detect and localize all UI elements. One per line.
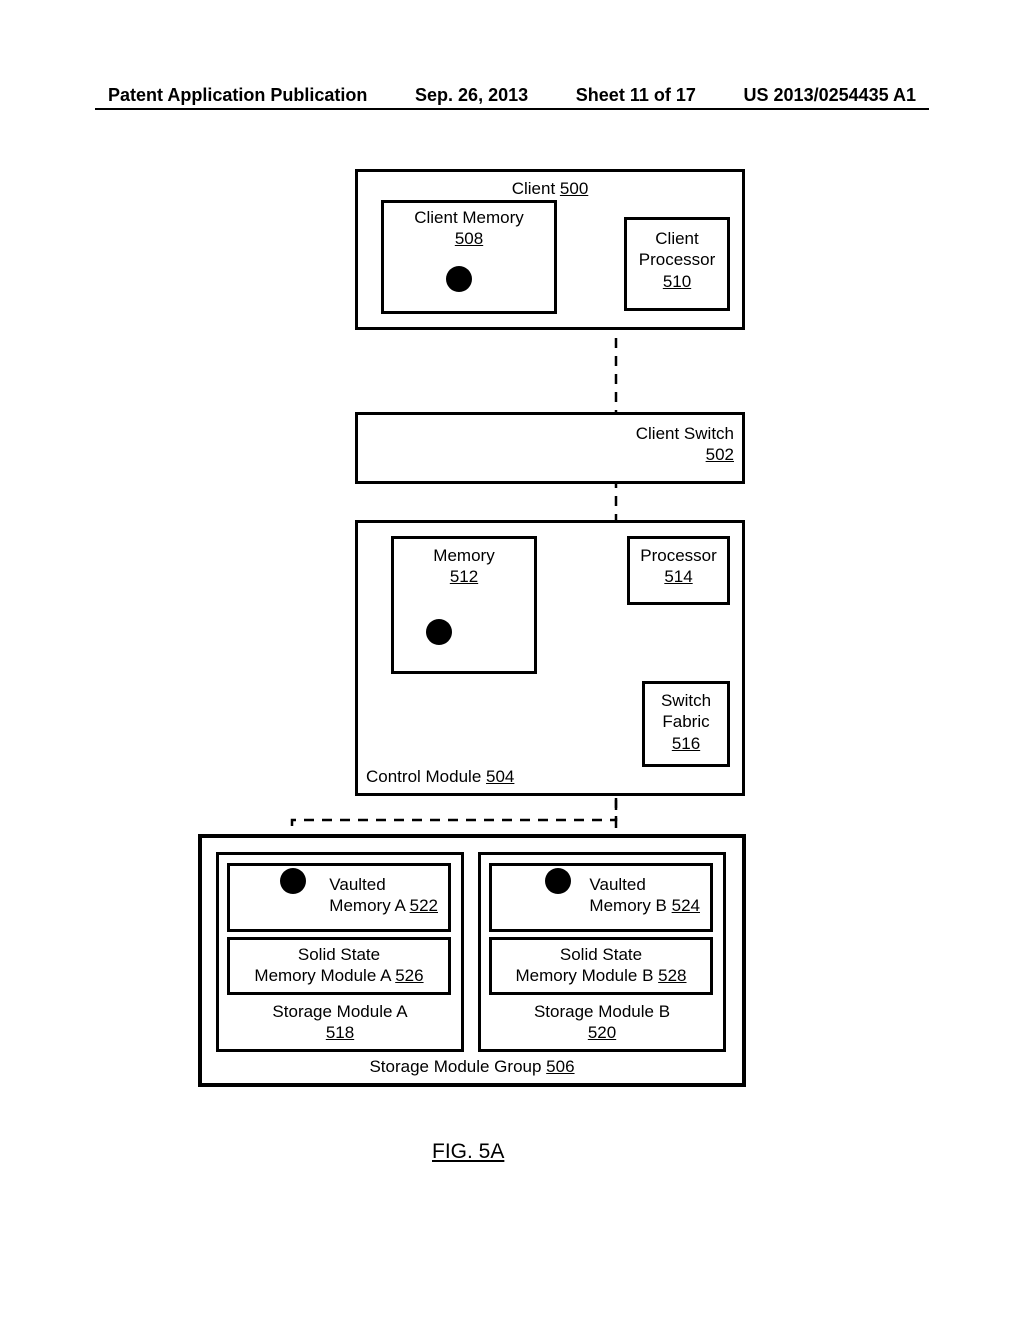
vaulted-a-l2: Memory A <box>329 896 405 915</box>
ssm-a-box: Solid State Memory Module A 526 <box>227 937 451 995</box>
ssm-a-ref: 526 <box>395 966 423 985</box>
switch-fabric-l1: Switch <box>661 691 711 710</box>
client-memory-ref: 508 <box>455 229 483 248</box>
storage-a-ref: 518 <box>326 1023 354 1042</box>
figure-diagram: Client 500 Client Memory 508 Client Proc… <box>0 0 1024 1320</box>
storage-b-ref: 520 <box>588 1023 616 1042</box>
client-box: Client 500 Client Memory 508 Client Proc… <box>355 169 745 330</box>
control-processor-ref: 514 <box>664 567 692 586</box>
vaulted-a-ref: 522 <box>410 896 438 915</box>
client-memory-title: Client Memory <box>414 208 524 227</box>
client-switch-box: Client Switch 502 <box>355 412 745 484</box>
storage-module-a-box: Vaulted Memory A 522 Solid State Memory … <box>216 852 464 1052</box>
client-memory-dot-icon <box>446 266 472 292</box>
switch-fabric-box: Switch Fabric 516 <box>642 681 730 767</box>
ssm-a-l2: Memory Module A <box>254 966 390 985</box>
ssm-a-l1: Solid State <box>298 945 380 964</box>
client-processor-ref: 510 <box>663 272 691 291</box>
control-memory-box: Memory 512 <box>391 536 537 674</box>
vaulted-memory-a-box: Vaulted Memory A 522 <box>227 863 451 932</box>
control-module-title: Control Module 504 <box>366 766 514 787</box>
switch-fabric-ref: 516 <box>672 734 700 753</box>
client-switch-ref: 502 <box>706 445 734 464</box>
storage-group-box: Storage Module Group 506 Vaulted Memory … <box>198 834 746 1087</box>
control-module-box: Control Module 504 Memory 512 Processor … <box>355 520 745 796</box>
vaulted-b-dot-icon <box>545 868 571 894</box>
control-processor-title: Processor <box>640 546 717 565</box>
vaulted-b-l2: Memory B <box>589 896 666 915</box>
ssm-b-ref: 528 <box>658 966 686 985</box>
client-memory-box: Client Memory 508 <box>381 200 557 314</box>
client-switch-title: Client Switch <box>636 424 734 443</box>
client-processor-l2: Processor <box>639 250 716 269</box>
ssm-b-l1: Solid State <box>560 945 642 964</box>
client-title: Client 500 <box>358 178 742 199</box>
control-memory-title: Memory <box>433 546 494 565</box>
control-processor-box: Processor 514 <box>627 536 730 605</box>
vaulted-a-l1: Vaulted <box>329 875 385 894</box>
storage-a-title: Storage Module A <box>272 1002 407 1021</box>
vaulted-b-l1: Vaulted <box>589 875 645 894</box>
client-processor-l1: Client <box>655 229 698 248</box>
vaulted-a-dot-icon <box>280 868 306 894</box>
vaulted-memory-b-box: Vaulted Memory B 524 <box>489 863 713 932</box>
ssm-b-box: Solid State Memory Module B 528 <box>489 937 713 995</box>
client-processor-box: Client Processor 510 <box>624 217 730 311</box>
storage-module-b-box: Vaulted Memory B 524 Solid State Memory … <box>478 852 726 1052</box>
control-memory-ref: 512 <box>450 567 478 586</box>
vaulted-b-ref: 524 <box>672 896 700 915</box>
storage-b-title: Storage Module B <box>534 1002 670 1021</box>
switch-fabric-l2: Fabric <box>662 712 709 731</box>
ssm-b-l2: Memory Module B <box>515 966 653 985</box>
storage-group-title: Storage Module Group 506 <box>202 1056 742 1077</box>
control-memory-dot-icon <box>426 619 452 645</box>
figure-caption: FIG. 5A <box>432 1140 504 1164</box>
